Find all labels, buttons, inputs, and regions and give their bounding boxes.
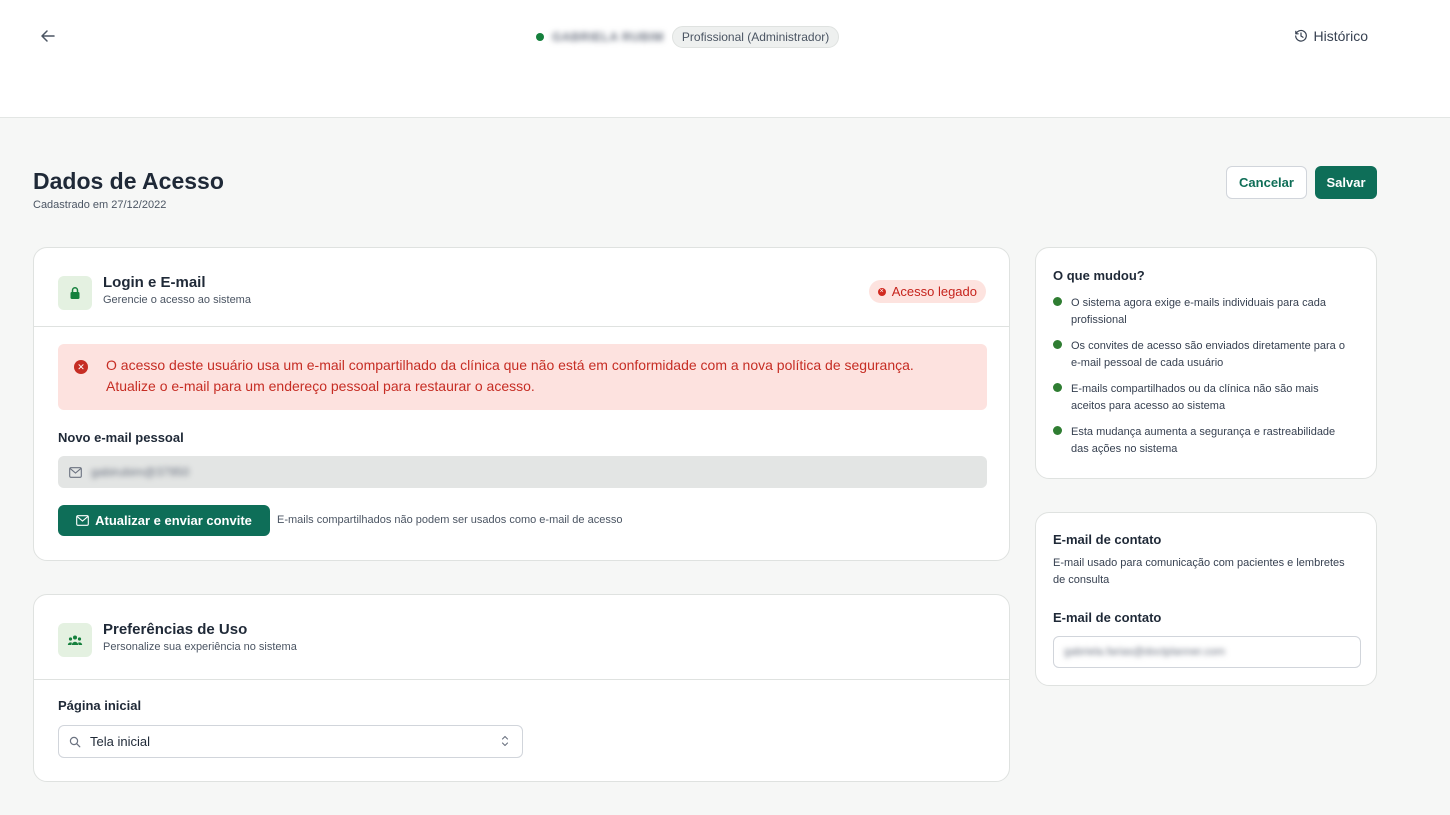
login-email-card: Login e E-mail Gerencie o acesso ao sist… [33, 247, 1010, 561]
mail-icon [69, 466, 82, 478]
section-divider [34, 679, 1009, 680]
usage-preferences-card: Preferências de Uso Personalize sua expe… [33, 594, 1010, 782]
legacy-access-label: Acesso legado [891, 284, 977, 299]
role-badge: Profissional (Administrador) [671, 26, 840, 48]
page-subtitle: Cadastrado em 27/12/2022 [33, 199, 167, 211]
change-text: O sistema agora exige e-mails individuai… [1071, 297, 1326, 326]
home-page-label: Página inicial [58, 698, 142, 713]
check-circle-icon [1053, 297, 1062, 306]
chevron-up-down-icon [501, 735, 509, 747]
change-text: E-mails compartilhados ou da clínica não… [1071, 383, 1319, 412]
check-circle-icon [1053, 340, 1062, 349]
save-button[interactable]: Salvar [1315, 166, 1377, 199]
history-button[interactable]: Histórico [1294, 28, 1368, 44]
alert-line-1: O acesso deste usuário usa um e-mail com… [106, 357, 914, 373]
x-badge-icon: × [877, 287, 886, 296]
new-email-field[interactable]: gabirubim@37950 [58, 456, 987, 488]
list-item: Esta mudança aumenta a segurança e rastr… [1053, 424, 1353, 457]
page-title: Dados de Acesso [33, 168, 224, 194]
invite-button-label: Atualizar e enviar convite [95, 513, 252, 528]
contact-email-description: E-mail usado para comunicação com pacien… [1053, 557, 1345, 586]
preferences-section-title: Preferências de Uso [103, 621, 248, 638]
alert-line-2: Atualize o e-mail para um endereço pesso… [106, 378, 535, 394]
search-icon [69, 736, 81, 747]
change-text: Esta mudança aumenta a segurança e rastr… [1071, 426, 1336, 455]
check-circle-icon [1053, 426, 1062, 435]
alert-message: O acesso deste usuário usa um e-mail com… [106, 355, 976, 397]
history-label: Histórico [1313, 28, 1368, 44]
history-clock-icon [1294, 29, 1307, 42]
contact-email-field[interactable]: gabriela.farias@doctplanner.com [1053, 636, 1361, 668]
lock-icon [58, 276, 92, 310]
home-page-select[interactable]: Tela inicial [58, 725, 523, 758]
what-changed-card: O que mudou? O sistema agora exige e-mai… [1035, 247, 1377, 479]
new-email-label: Novo e-mail pessoal [58, 430, 184, 445]
update-send-invite-button[interactable]: Atualizar e enviar convite [58, 505, 270, 536]
login-section-title: Login e E-mail [103, 274, 206, 291]
list-item: E-mails compartilhados ou da clínica não… [1053, 381, 1353, 414]
change-text: Os convites de acesso são enviados diret… [1071, 340, 1345, 369]
list-item: O sistema agora exige e-mails individuai… [1053, 295, 1353, 328]
cancel-button[interactable]: Cancelar [1226, 166, 1307, 199]
user-summary: GABRIELA RUBIM Profissional (Administrad… [536, 26, 840, 48]
home-page-value: Tela inicial [90, 734, 150, 749]
online-status-dot [536, 33, 544, 41]
legacy-access-badge: × Acesso legado [868, 280, 986, 303]
list-item: Os convites de acesso são enviados diret… [1053, 338, 1353, 371]
login-section-subtitle: Gerencie o acesso ao sistema [103, 294, 251, 306]
section-divider [34, 326, 1009, 327]
contact-email-title: E-mail de contato [1053, 532, 1162, 547]
mail-icon [76, 515, 89, 526]
back-arrow-icon[interactable] [38, 26, 58, 46]
changes-list: O sistema agora exige e-mails individuai… [1053, 295, 1353, 467]
x-circle-icon: ✕ [74, 360, 88, 374]
contact-email-value: gabriela.farias@doctplanner.com [1064, 646, 1225, 658]
check-circle-icon [1053, 383, 1062, 392]
top-bar: GABRIELA RUBIM Profissional (Administrad… [0, 0, 1450, 118]
contact-email-card: E-mail de contato E-mail usado para comu… [1035, 512, 1377, 686]
security-alert: ✕ O acesso deste usuário usa um e-mail c… [58, 344, 987, 410]
user-name: GABRIELA RUBIM [552, 30, 664, 44]
invite-hint: E-mails compartilhados não podem ser usa… [277, 514, 623, 526]
contact-email-label: E-mail de contato [1053, 610, 1162, 625]
what-changed-title: O que mudou? [1053, 268, 1145, 283]
new-email-value: gabirubim@37950 [91, 465, 190, 479]
users-icon [58, 623, 92, 657]
preferences-section-subtitle: Personalize sua experiência no sistema [103, 641, 297, 653]
